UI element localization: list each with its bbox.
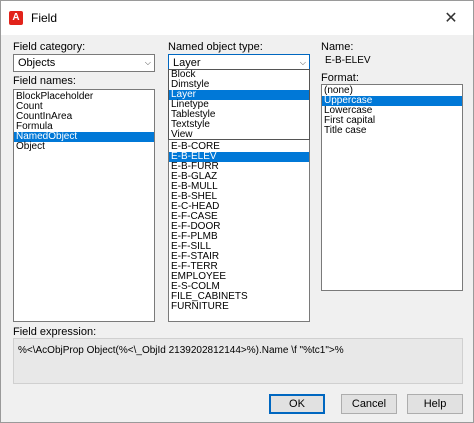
cancel-button[interactable]: Cancel bbox=[341, 394, 397, 414]
autocad-app-icon: A bbox=[9, 11, 23, 25]
name-value: E-B-ELEV bbox=[325, 55, 371, 66]
names-list-item[interactable]: FURNITURE bbox=[169, 302, 309, 312]
field-dialog: A Field ✕ Field category: Objects ⌵ Fiel… bbox=[0, 0, 474, 423]
names-listbox[interactable]: E-B-CORE E-B-ELEV E-B-FURR E-B-GLAZ E-B-MULL… bbox=[168, 140, 310, 322]
format-label: Format: bbox=[321, 72, 359, 84]
field-expression-value: %<\AcObjProp Object(%<\_ObjId 2139202812… bbox=[18, 345, 344, 356]
ok-button[interactable]: OK bbox=[269, 394, 325, 414]
field-category-value: Objects bbox=[18, 57, 56, 69]
close-button[interactable]: ✕ bbox=[429, 1, 473, 35]
field-category-combo[interactable]: Objects ⌵ bbox=[13, 54, 155, 72]
title-bar: A Field ✕ bbox=[1, 1, 473, 35]
named-object-type-dropdown[interactable]: Block Dimstyle Layer Linetype Tablestyle Text… bbox=[168, 69, 310, 140]
field-expression-box: %<\AcObjProp Object(%<\_ObjId 2139202812… bbox=[13, 338, 463, 384]
window-title: Field bbox=[31, 11, 58, 25]
help-button[interactable]: Help bbox=[407, 394, 463, 414]
field-names-label: Field names: bbox=[13, 75, 76, 87]
field-category-label: Field category: bbox=[13, 41, 86, 53]
named-object-type-option[interactable]: View bbox=[169, 130, 309, 140]
named-object-type-label: Named object type: bbox=[168, 41, 263, 53]
format-list-item[interactable]: Title case bbox=[322, 126, 462, 136]
field-expression-label: Field expression: bbox=[13, 326, 97, 338]
format-listbox[interactable]: (none) Uppercase Lowercase First capital Tit… bbox=[321, 84, 463, 291]
named-object-type-value: Layer bbox=[173, 57, 201, 69]
chevron-down-icon: ⌵ bbox=[144, 58, 151, 67]
field-names-list-item[interactable]: Object bbox=[14, 142, 154, 152]
name-label: Name: bbox=[321, 41, 354, 53]
field-names-listbox[interactable]: BlockPlaceholder Count CountInArea Formula N… bbox=[13, 89, 155, 322]
